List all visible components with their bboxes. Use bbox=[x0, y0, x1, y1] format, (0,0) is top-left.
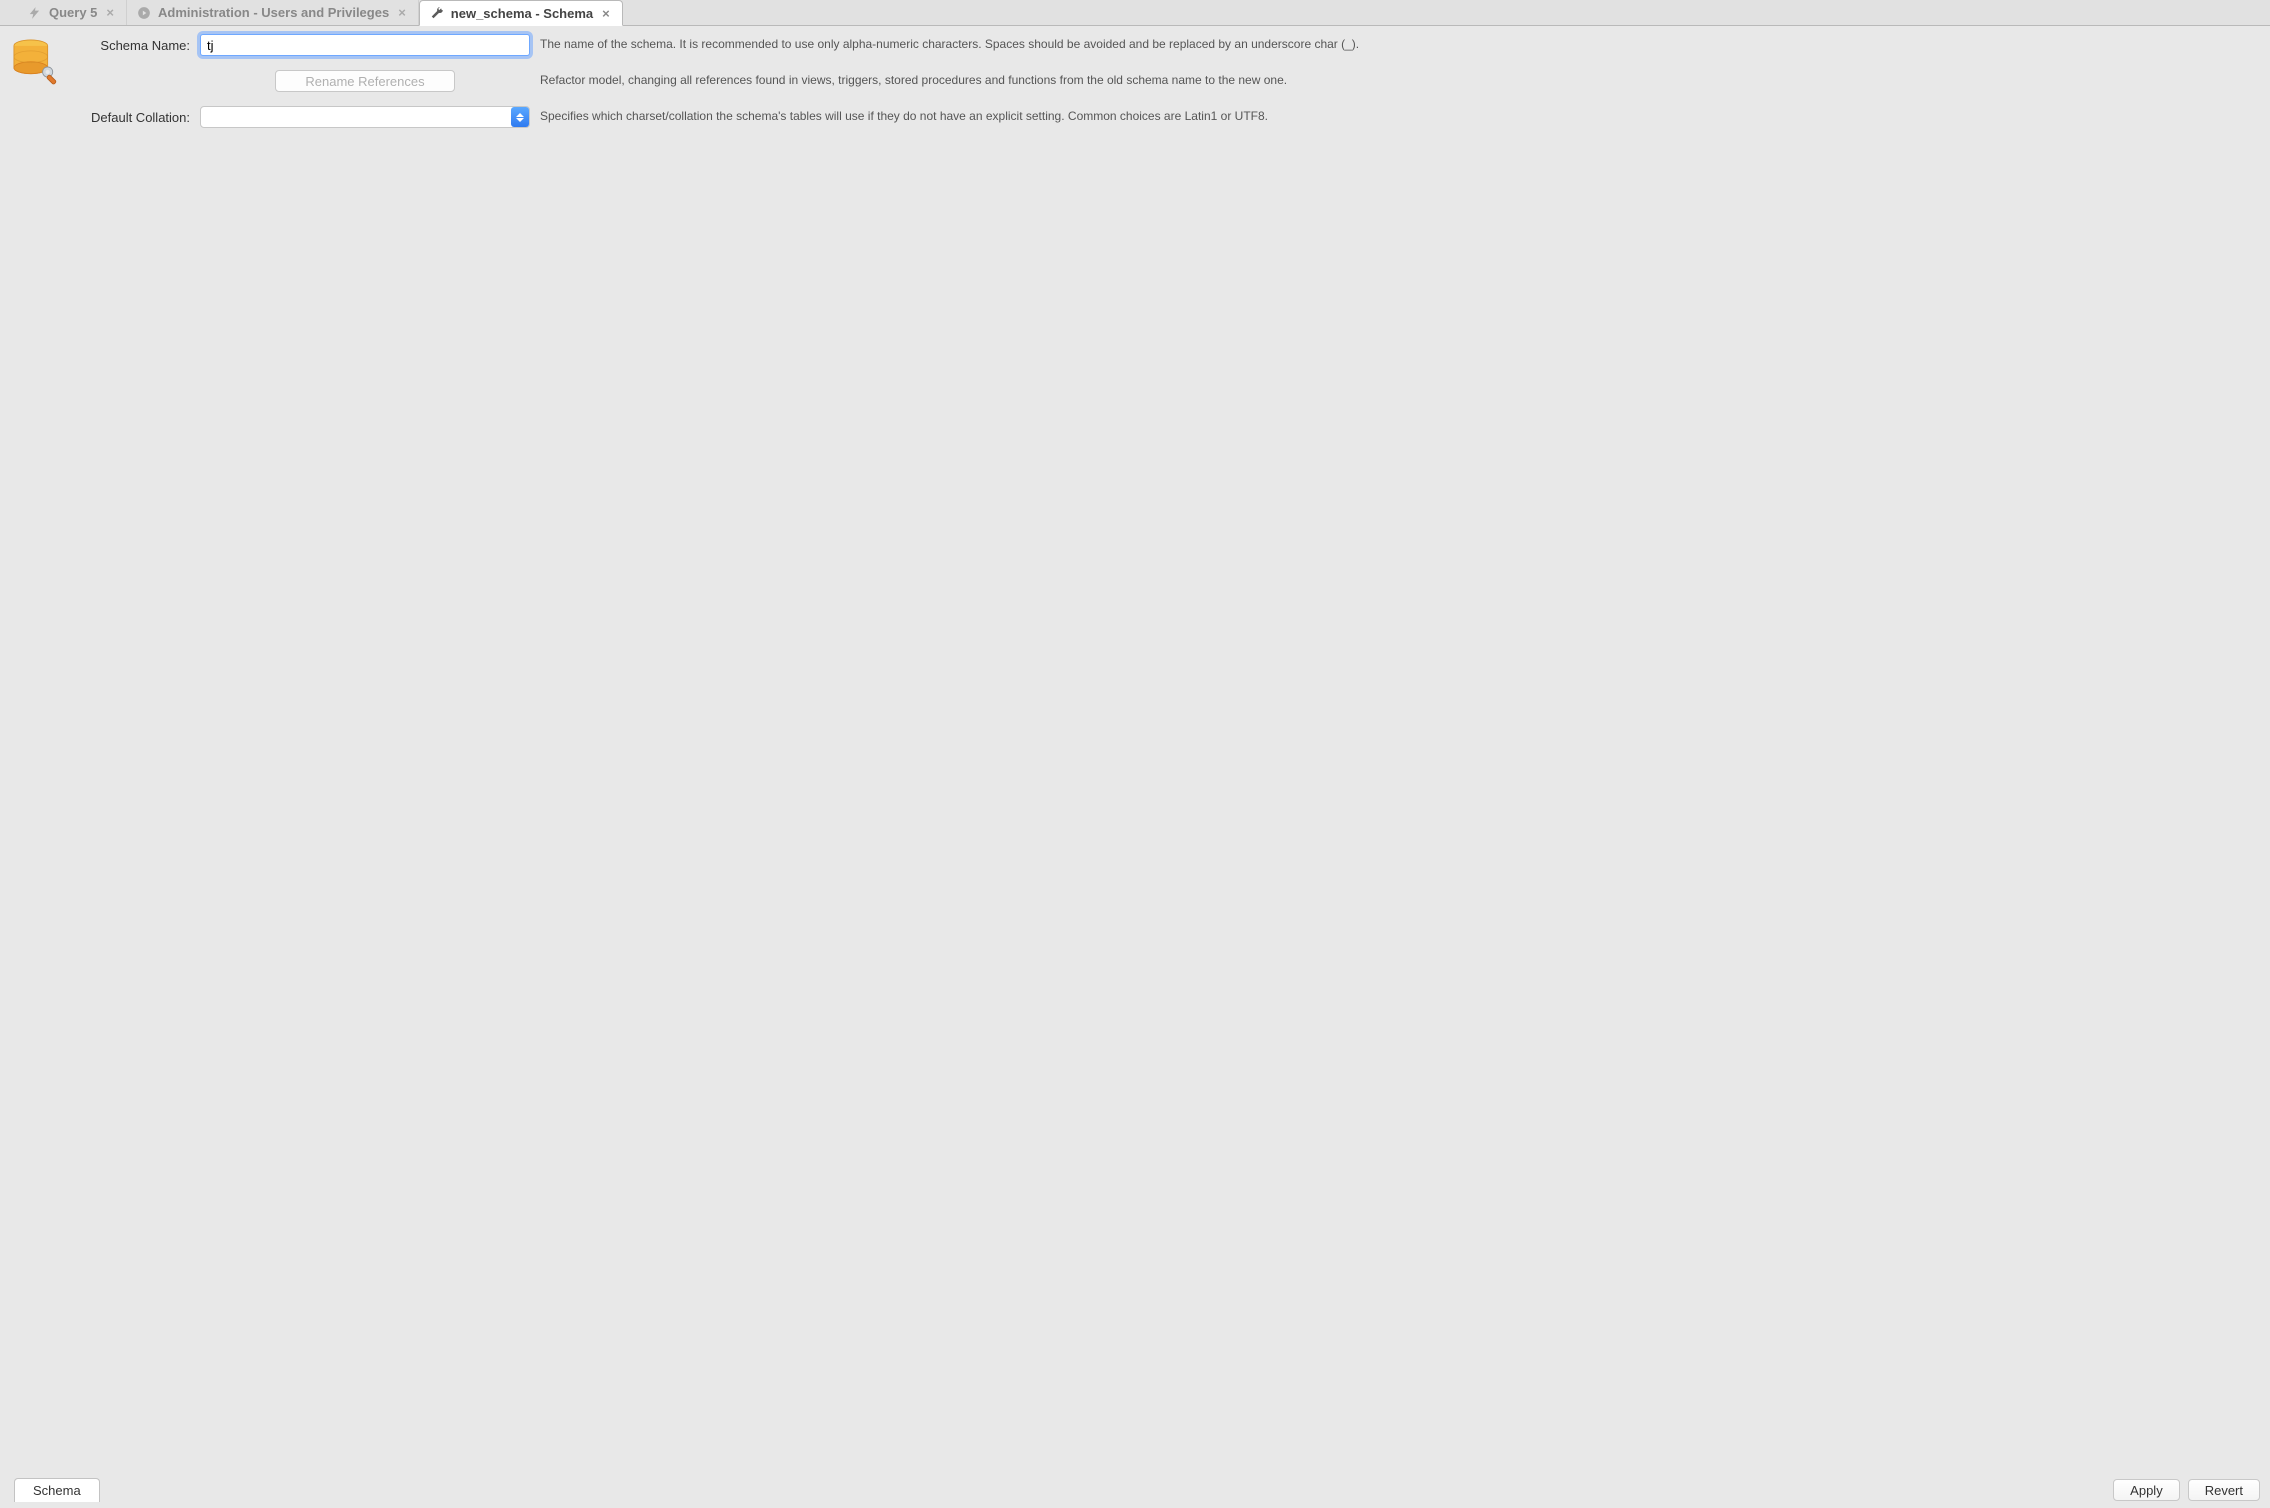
chevron-updown-icon bbox=[511, 107, 529, 127]
wrench-icon bbox=[430, 6, 444, 20]
collation-label: Default Collation: bbox=[84, 110, 194, 125]
collation-value bbox=[200, 106, 530, 128]
close-icon[interactable]: × bbox=[396, 6, 408, 19]
tab-admin-users[interactable]: Administration - Users and Privileges × bbox=[127, 0, 419, 25]
tab-label: Query 5 bbox=[49, 5, 97, 20]
apply-button[interactable]: Apply bbox=[2113, 1479, 2180, 1501]
schema-name-help: The name of the schema. It is recommende… bbox=[536, 37, 2260, 53]
bottom-bar: Schema Apply Revert bbox=[0, 1474, 2270, 1508]
schema-name-input[interactable] bbox=[200, 34, 530, 56]
revert-button[interactable]: Revert bbox=[2188, 1479, 2260, 1501]
close-icon[interactable]: × bbox=[104, 6, 116, 19]
bolt-icon bbox=[28, 6, 42, 20]
play-icon bbox=[137, 6, 151, 20]
close-icon[interactable]: × bbox=[600, 7, 612, 20]
schema-editor-panel: Schema Name: The name of the schema. It … bbox=[0, 26, 2270, 1474]
tab-query-5[interactable]: Query 5 × bbox=[18, 0, 127, 25]
bottom-tab-schema[interactable]: Schema bbox=[14, 1478, 100, 1502]
collation-select[interactable] bbox=[200, 106, 530, 128]
tab-label: Administration - Users and Privileges bbox=[158, 5, 389, 20]
tab-label: new_schema - Schema bbox=[451, 6, 593, 21]
tab-new-schema[interactable]: new_schema - Schema × bbox=[419, 0, 623, 26]
collation-help: Specifies which charset/collation the sc… bbox=[536, 109, 2260, 125]
rename-references-button[interactable]: Rename References bbox=[275, 70, 455, 92]
schema-name-label: Schema Name: bbox=[84, 38, 194, 53]
schema-icon bbox=[8, 34, 78, 91]
refactor-help: Refactor model, changing all references … bbox=[536, 73, 2260, 89]
editor-tabbar: Query 5 × Administration - Users and Pri… bbox=[0, 0, 2270, 26]
